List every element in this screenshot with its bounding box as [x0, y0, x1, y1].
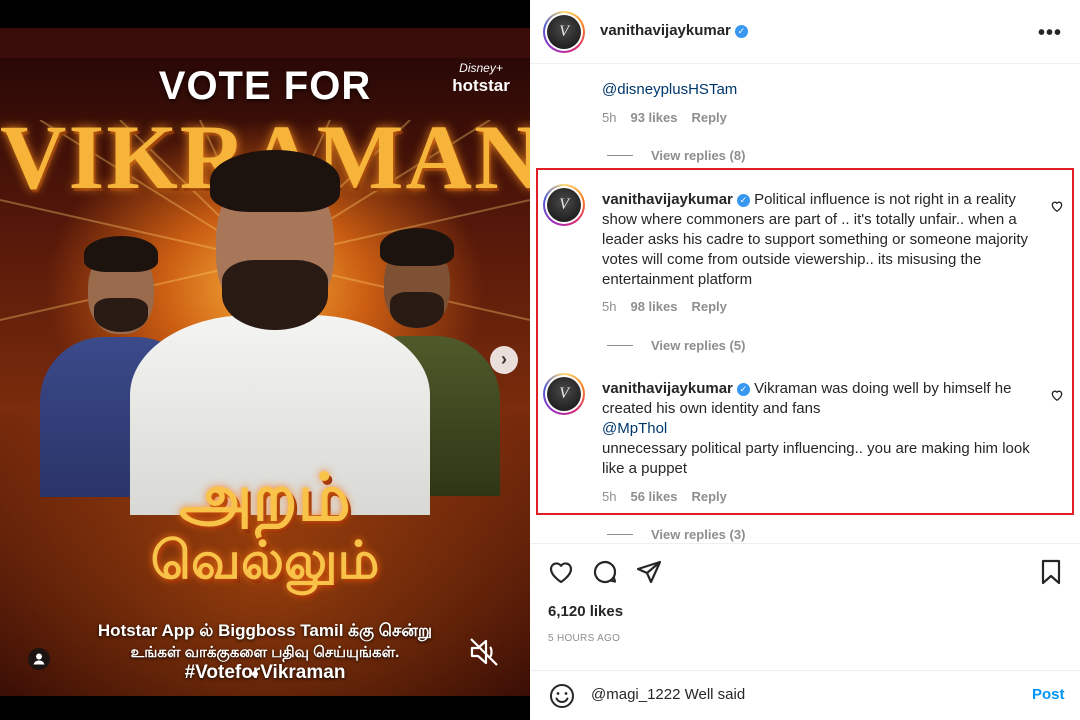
post-media[interactable]: VOTE FOR Disney+ hotstar VIKRAMAN அறம் வ… — [0, 0, 530, 720]
avatar[interactable]: V — [543, 11, 585, 53]
comment-composer: @magi_1222 Well said Post — [530, 670, 1080, 720]
bookmark-icon[interactable] — [1037, 558, 1065, 586]
brand-bottom: hotstar — [452, 76, 510, 95]
post-author[interactable]: vanithavijaykumar ✓ — [600, 22, 748, 39]
comment-time[interactable]: 5h — [602, 110, 616, 125]
more-horizontal-icon[interactable]: ••• — [1038, 22, 1062, 45]
emoji-icon[interactable] — [548, 682, 576, 710]
comment-likes[interactable]: 93 likes — [630, 110, 677, 125]
reply-button[interactable]: Reply — [691, 110, 726, 125]
heart-icon[interactable] — [547, 558, 575, 586]
send-icon[interactable] — [635, 558, 663, 586]
view-replies-button[interactable]: View replies (3) — [607, 527, 745, 542]
post-button[interactable]: Post — [1032, 686, 1065, 703]
action-bar: 6,120 likes 5 HOURS AGO — [530, 543, 1080, 663]
person-center — [130, 150, 430, 515]
user-tag-icon[interactable] — [28, 648, 50, 670]
poster-tamil-line2: வெல்லும் — [150, 530, 380, 591]
post-timestamp[interactable]: 5 HOURS AGO — [548, 633, 620, 644]
hotstar-logo: Disney+ hotstar — [446, 60, 516, 94]
media-top-strip — [0, 28, 530, 58]
comment-meta: 5h 93 likes Reply — [602, 110, 741, 125]
poster-caption-line2: உங்கள் வாக்குகளை பதிவு செய்யுங்கள். — [130, 644, 400, 661]
comments-panel: V vanithavijaykumar ✓ ••• @disneyplusHSTa… — [530, 0, 1080, 720]
carousel-dot — [252, 671, 258, 677]
comment-input[interactable]: @magi_1222 Well said — [591, 686, 745, 703]
comment-icon[interactable] — [591, 558, 619, 586]
poster-caption-line1: Hotstar App ல் Biggboss Tamil க்கு சென்ற… — [97, 621, 433, 640]
comment-mention[interactable]: @disneyplusHSTam — [602, 80, 737, 100]
likes-count[interactable]: 6,120 likes — [548, 603, 623, 620]
poster-hashtag: #VoteforVikraman — [184, 662, 346, 683]
chevron-right-icon[interactable]: › — [490, 346, 518, 374]
speaker-muted-icon[interactable] — [466, 634, 502, 670]
verified-icon: ✓ — [734, 25, 748, 38]
brand-top: Disney+ — [459, 61, 503, 75]
post-header: V vanithavijaykumar ✓ ••• — [530, 0, 1080, 64]
highlight-box — [536, 168, 1074, 515]
view-replies-button[interactable]: View replies (8) — [607, 148, 745, 163]
comments-list[interactable]: @disneyplusHSTam 5h 93 likes Reply View re… — [530, 65, 1080, 543]
post-author-name[interactable]: vanithavijaykumar — [600, 22, 731, 39]
